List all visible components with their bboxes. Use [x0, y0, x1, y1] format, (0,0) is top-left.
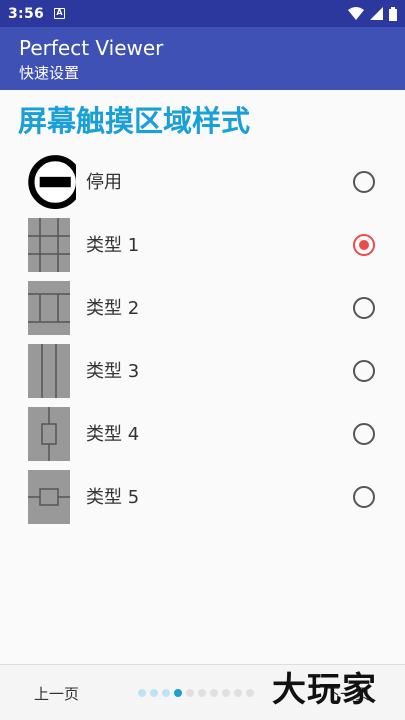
radio-type5[interactable] [353, 486, 375, 508]
page-dot [222, 689, 230, 697]
option-label: 停用 [86, 172, 122, 193]
radio-type2[interactable] [353, 297, 375, 319]
touch-layout-type3-icon [28, 344, 70, 398]
page-dot [246, 689, 254, 697]
option-type5[interactable]: 类型 5 [0, 466, 405, 526]
option-type4[interactable]: 类型 4 [0, 403, 405, 463]
signal-icon [370, 7, 383, 20]
radio-type3[interactable] [353, 360, 375, 382]
page-dot [150, 689, 158, 697]
option-disabled[interactable]: 停用 [0, 151, 405, 211]
notification-icon: A [54, 8, 66, 19]
radio-type1[interactable] [353, 234, 375, 256]
radio-type4[interactable] [353, 423, 375, 445]
app-subtitle: 快速设置 [19, 64, 80, 82]
option-type2[interactable]: 类型 2 [0, 277, 405, 337]
touch-layout-type5-icon [28, 470, 70, 524]
disabled-icon [28, 155, 76, 209]
section-title: 屏幕触摸区域样式 [18, 104, 251, 138]
touch-layout-type4-icon [28, 407, 70, 461]
option-label: 类型 3 [86, 361, 140, 382]
option-type1[interactable]: 类型 1 [0, 214, 405, 274]
touch-layout-type1-icon [28, 218, 70, 272]
page-dot [234, 689, 242, 697]
option-label: 类型 5 [86, 487, 140, 508]
prev-page-button[interactable]: 上一页 [34, 683, 79, 704]
app-bar: Perfect Viewer 快速设置 [0, 27, 405, 90]
page-dot [210, 689, 218, 697]
page-dot [198, 689, 206, 697]
option-label: 类型 2 [86, 298, 140, 319]
radio-disabled[interactable] [353, 171, 375, 193]
option-type3[interactable]: 类型 3 [0, 340, 405, 400]
page-indicator [138, 689, 254, 697]
option-label: 类型 4 [86, 424, 140, 445]
page-dot [162, 689, 170, 697]
page-dot-active [174, 689, 182, 697]
page-dot [186, 689, 194, 697]
battery-icon [389, 6, 397, 21]
page-dot [138, 689, 146, 697]
option-label: 类型 1 [86, 235, 140, 256]
status-time: 3:56 [8, 5, 45, 22]
app-title: Perfect Viewer [19, 36, 164, 60]
watermark-logo: 大玩家 [272, 670, 377, 710]
wifi-icon [348, 7, 364, 20]
status-bar: 3:56 A [0, 0, 405, 27]
touch-layout-type2-icon [28, 281, 70, 335]
